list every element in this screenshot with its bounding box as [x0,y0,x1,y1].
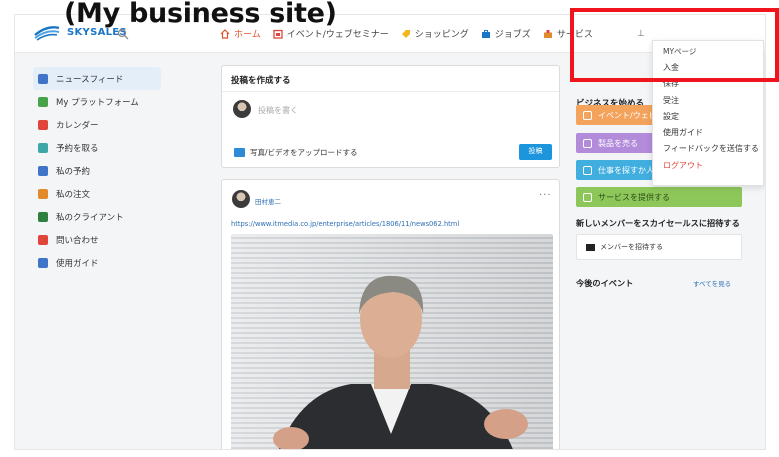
briefcase-icon [481,29,490,38]
upcoming-events-title: 今後のイベント [576,278,634,288]
sidebar-item-my-clients[interactable]: 私のクライアント [33,205,161,228]
sidebar-item-label: 私の予約 [56,166,91,177]
composer-title: 投稿を作成する [231,76,291,86]
highlight-box [570,8,779,82]
nav-item-shopping[interactable]: ショッピング [401,27,469,40]
home-icon [220,28,230,39]
post-photo[interactable] [231,234,553,449]
newsfeed-icon [38,73,48,84]
avatar[interactable] [232,190,250,208]
menu-item-settings[interactable]: 設定 [653,108,763,124]
sidebar-item-label: 私のクライアント [56,212,124,223]
nav-label: ショッピング [414,30,469,40]
post-link[interactable]: https://www.itmedia.co.jp/enterprise/art… [231,220,459,228]
cta-label: サービスを提供する [598,192,670,202]
platform-icon [38,96,48,107]
tag-icon [583,138,592,148]
sidebar-item-my-orders[interactable]: 私の注文 [33,182,161,205]
invite-label: メンバーを招待する [600,243,663,251]
event-icon [583,110,592,120]
clients-icon [38,211,48,222]
booking-icon [38,142,48,153]
service-icon [543,29,552,38]
nav-item-jobs[interactable]: ジョブズ [481,27,531,40]
sidebar-item-label: ニュースフィード [56,74,124,85]
tag-icon [401,29,410,38]
sidebar-item-label: 予約を取る [56,143,99,154]
see-all-events-link[interactable]: すべてを見る [693,278,731,288]
post-author[interactable]: 田村恵二 [255,196,281,206]
sidebar-item-book[interactable]: 予約を取る [33,136,161,159]
search-icon[interactable] [117,28,129,40]
nav-label: ジョブズ [494,30,531,40]
sidebar-item-label: My プラットフォーム [56,97,139,108]
sidebar-item-my-platform[interactable]: My プラットフォーム [33,90,161,113]
cta-offer-service-button[interactable]: サービスを提供する [576,187,742,207]
caption-title: (My business site) [64,0,337,29]
upload-label: 写真/ビデオをアップロードする [250,148,358,157]
avatar [233,100,251,118]
image-icon [234,148,245,157]
service-icon [583,192,592,202]
sidebar-item-label: カレンダー [56,120,99,131]
sidebar-item-calendar[interactable]: カレンダー [33,113,161,136]
speaker-figure [273,275,528,449]
guide-icon [38,257,48,268]
calendar-icon [38,119,48,130]
sidebar-item-label: 私の注文 [56,189,91,200]
orders-icon [38,188,48,199]
menu-item-orders-received[interactable]: 受注 [653,92,763,108]
invite-members-button[interactable]: メンバーを招待する [576,234,742,260]
sidebar-item-newsfeed[interactable]: ニュースフィード [33,67,161,90]
upload-media-button[interactable]: 写真/ビデオをアップロードする [234,147,358,158]
feed-post: 田村恵二 ··· https://www.itmedia.co.jp/enter… [221,179,560,449]
mail-icon [586,243,595,251]
sidebar: ニュースフィード My プラットフォーム カレンダー 予約を取る 私の予約 私の… [33,67,161,274]
post-text-input[interactable]: 投稿を書く [258,105,298,116]
menu-item-logout[interactable]: ログアウト [653,157,763,173]
sidebar-item-my-bookings[interactable]: 私の予約 [33,159,161,182]
sidebar-item-label: 問い合わせ [56,235,99,246]
more-options-icon[interactable]: ··· [539,190,552,201]
sidebar-item-guide[interactable]: 使用ガイド [33,251,161,274]
calendar-icon [273,29,283,39]
sidebar-item-label: 使用ガイド [56,258,99,269]
post-button[interactable]: 投稿 [519,144,552,160]
cta-label: 仕事を探すか人 [598,165,654,175]
briefcase-icon [583,165,592,175]
post-composer: 投稿を作成する 投稿を書く 写真/ビデオをアップロードする 投稿 [221,65,560,168]
contact-icon [38,234,48,245]
menu-item-guide[interactable]: 使用ガイド [653,124,763,140]
divider [222,91,559,92]
bookings-icon [38,165,48,176]
invite-title: 新しいメンバーをスカイセールスに招待する [576,218,740,228]
cta-label: 製品を売る [598,138,638,148]
menu-item-feedback[interactable]: フィードバックを送信する [653,141,763,157]
skysales-logo-icon [34,26,60,41]
sidebar-item-contact[interactable]: 問い合わせ [33,228,161,251]
